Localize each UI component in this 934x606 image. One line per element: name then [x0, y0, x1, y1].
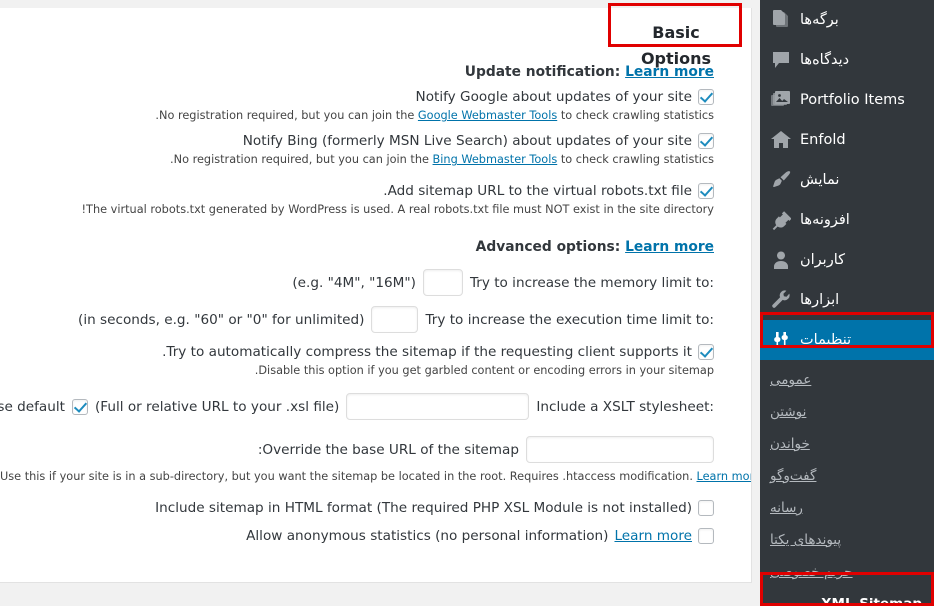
override-base-url-note-text: Use this if your site is in a sub-direct…	[0, 470, 697, 483]
anonymous-stats-label: Allow anonymous statistics (no personal …	[246, 528, 609, 544]
sidebar-item-label: افزونه‌ها	[800, 211, 850, 228]
google-webmaster-tools-link[interactable]: Google Webmaster Tools	[418, 109, 557, 122]
html-format-row: Include sitemap in HTML format (The requ…	[0, 499, 714, 517]
sidebar-item-users[interactable]: کاربران	[760, 240, 934, 280]
xslt-stylesheet-row: Use default (Full or relative URL to you…	[0, 393, 714, 420]
sidebar-item-pages[interactable]: برگه‌ها	[760, 0, 934, 40]
sidebar-item-label: Portfolio Items	[800, 91, 905, 108]
sidebar-item-label: Enfold	[800, 131, 846, 148]
execution-time-input[interactable]	[371, 306, 419, 333]
options-list: Update notification: Learn more Notify G…	[0, 63, 751, 546]
notify-google-note-suffix: to check crawling statistics	[557, 109, 714, 122]
admin-screen: Basic Options Update notification: Learn…	[0, 0, 934, 606]
notify-bing-note: .No registration required, but you can j…	[0, 152, 714, 167]
xslt-stylesheet-hint: (Full or relative URL to your .xsl file)	[94, 398, 340, 415]
users-icon	[770, 249, 792, 271]
notify-google-row: Notify Google about updates of your site	[0, 88, 714, 106]
robots-txt-row: .Add sitemap URL to the virtual robots.t…	[0, 182, 714, 200]
sidebar-item-portfolio-items[interactable]: Portfolio Items	[760, 80, 934, 120]
advanced-options-header: Advanced options: Learn more	[0, 238, 714, 256]
compress-sitemap-row: .Try to automatically compress the sitem…	[0, 343, 714, 361]
content-area: Basic Options Update notification: Learn…	[0, 0, 760, 606]
notify-bing-row: Notify Bing (formerly MSN Live Search) a…	[0, 132, 714, 150]
robots-txt-label: .Add sitemap URL to the virtual robots.t…	[383, 183, 692, 199]
submenu-item-media[interactable]: رسانه	[760, 492, 934, 524]
sidebar-item-settings[interactable]: تنظیمات	[760, 320, 934, 360]
sidebar-item-enfold[interactable]: Enfold	[760, 120, 934, 160]
sidebar-item-plugins[interactable]: افزونه‌ها	[760, 200, 934, 240]
admin-sidebar-menu: برگه‌ها دیدگاه‌ها Portfolio Items Enfold	[760, 0, 934, 606]
sidebar-item-label: ابزارها	[800, 291, 840, 308]
compress-sitemap-label: .Try to automatically compress the sitem…	[162, 344, 692, 360]
override-base-url-note: Use this if your site is in a sub-direct…	[0, 469, 751, 484]
sidebar-item-label: تنظیمات	[800, 331, 852, 348]
advanced-options-label: Advanced options:	[475, 239, 621, 255]
anonymous-stats-learn-more-link[interactable]: Learn more	[614, 527, 692, 545]
sidebar-item-label: نمایش	[800, 171, 840, 188]
xslt-use-default-checkbox[interactable]	[71, 398, 88, 415]
update-notification-header: Update notification: Learn more	[0, 63, 714, 81]
sidebar-item-label: دیدگاه‌ها	[800, 51, 850, 68]
appearance-icon	[770, 169, 792, 191]
submenu-item-discussion[interactable]: گفت‌وگو	[760, 460, 934, 492]
settings-submenu: عمومی نوشتن خواندن گفت‌وگو رسانه پیوندها…	[760, 360, 934, 606]
submenu-item-permalinks[interactable]: پیوندهای یکتا	[760, 524, 934, 556]
xslt-stylesheet-label: Include a XSLT stylesheet:	[536, 398, 714, 415]
sidebar-item-tools[interactable]: ابزارها	[760, 280, 934, 320]
comments-icon	[770, 49, 792, 71]
anonymous-stats-row: Allow anonymous statistics (no personal …	[0, 527, 714, 545]
execution-time-row: (in seconds, e.g. "60" or "0" for unlimi…	[0, 306, 714, 333]
plugins-icon	[770, 209, 792, 231]
sidebar-item-appearance[interactable]: نمایش	[760, 160, 934, 200]
notify-bing-note-prefix: .No registration required, but you can j…	[170, 153, 433, 166]
override-base-url-row: :Override the base URL of the sitemap	[0, 436, 714, 463]
bing-webmaster-tools-link[interactable]: Bing Webmaster Tools	[433, 153, 558, 166]
sidebar-item-comments[interactable]: دیدگاه‌ها	[760, 40, 934, 80]
pages-icon	[770, 9, 792, 31]
anonymous-stats-checkbox[interactable]	[698, 528, 714, 544]
advanced-options-learn-more-link[interactable]: Learn more	[625, 239, 714, 255]
robots-txt-checkbox[interactable]	[698, 183, 714, 199]
robots-txt-note: !The virtual robots.txt generated by Wor…	[81, 203, 714, 216]
sidebar-item-label: کاربران	[800, 251, 846, 268]
submenu-item-general[interactable]: عمومی	[760, 364, 934, 396]
memory-limit-hint: (e.g. "4M", "16M")	[292, 274, 416, 291]
submenu-item-xml-sitemap[interactable]: XML-Sitemap	[760, 588, 934, 606]
notify-bing-checkbox[interactable]	[698, 133, 714, 149]
html-format-label: Include sitemap in HTML format (The requ…	[155, 500, 692, 516]
notify-google-checkbox[interactable]	[698, 89, 714, 105]
update-notification-learn-more-link[interactable]: Learn more	[625, 64, 714, 80]
memory-limit-input[interactable]	[422, 269, 463, 296]
notify-bing-label: Notify Bing (formerly MSN Live Search) a…	[242, 133, 692, 149]
compress-sitemap-note: .Disable this option if you get garbled …	[254, 364, 714, 377]
portfolio-icon	[770, 89, 792, 111]
execution-time-label: Try to increase the execution time limit…	[425, 311, 714, 328]
execution-time-hint: (in seconds, e.g. "60" or "0" for unlimi…	[78, 311, 365, 328]
tools-icon	[770, 289, 792, 311]
sidebar-item-label: برگه‌ها	[800, 11, 839, 28]
submenu-item-reading[interactable]: خواندن	[760, 428, 934, 460]
xslt-stylesheet-input[interactable]	[346, 393, 530, 420]
notify-google-label: Notify Google about updates of your site	[415, 89, 692, 105]
notify-google-note: .No registration required, but you can j…	[0, 108, 714, 123]
submenu-item-writing[interactable]: نوشتن	[760, 396, 934, 428]
xslt-use-default-label: Use default	[0, 398, 65, 415]
home-icon	[770, 129, 792, 151]
notify-bing-note-suffix: to check crawling statistics	[557, 153, 714, 166]
notify-google-note-prefix: .No registration required, but you can j…	[155, 109, 418, 122]
html-format-checkbox[interactable]	[698, 500, 714, 516]
settings-panel: Basic Options Update notification: Learn…	[0, 8, 752, 583]
override-base-url-input[interactable]	[526, 436, 714, 463]
update-notification-label: Update notification:	[464, 64, 621, 80]
settings-icon	[770, 329, 792, 351]
override-base-url-label: :Override the base URL of the sitemap	[257, 441, 519, 458]
memory-limit-label: Try to increase the memory limit to:	[469, 274, 714, 291]
compress-sitemap-checkbox[interactable]	[698, 344, 714, 360]
override-base-url-learn-more-link[interactable]: Learn more	[697, 470, 752, 483]
submenu-item-privacy[interactable]: حریم خصوصی	[760, 556, 934, 588]
memory-limit-row: (e.g. "4M", "16M") Try to increase the m…	[0, 269, 714, 296]
